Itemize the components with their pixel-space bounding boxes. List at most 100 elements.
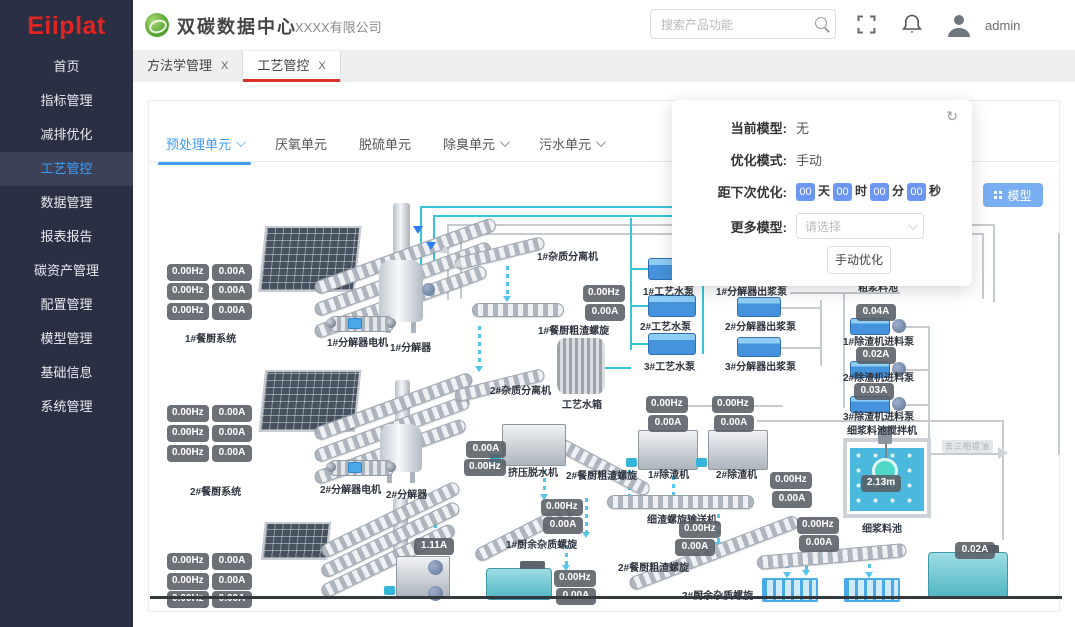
search-input[interactable]: [659, 11, 813, 39]
page-tab-1[interactable]: 工艺管控 X: [243, 50, 340, 82]
sidebar-item-8[interactable]: 模型管理: [0, 322, 133, 356]
bell-icon[interactable]: [901, 13, 923, 36]
reading-badge: 0.00Hz: [167, 573, 209, 590]
equipment-label: 2#除渣机进料泵: [843, 369, 914, 384]
sidebar-menu: 首页指标管理减排优化工艺管控数据管理报表报告碳资产管理配置管理模型管理基础信息系…: [0, 50, 133, 424]
grid-icon: [994, 191, 997, 194]
optimization-popup: ↻ 当前模型: 无 优化模式: 手动 距下次优化: 00天00时00分00秒 更…: [672, 100, 972, 286]
building-shape: [261, 522, 331, 560]
equipment-label: 2#工艺水泵: [640, 318, 691, 333]
close-icon[interactable]: X: [318, 50, 325, 82]
reading-badge: 0.00A: [543, 517, 583, 534]
equipment-label: 工艺水箱: [562, 396, 602, 411]
pipe-g-shape: [930, 453, 1000, 455]
sidebar-item-0[interactable]: 首页: [0, 50, 133, 84]
equipment-label: 2#除渣机: [716, 466, 757, 481]
sidebar-item-1[interactable]: 指标管理: [0, 84, 133, 118]
page-tab-label: 工艺管控: [257, 50, 309, 82]
reading-badge: 0.00A: [212, 591, 252, 608]
page-tabbar: 方法学管理X 工艺管控 X: [133, 50, 1075, 82]
reading-badge: 0.00Hz: [541, 499, 583, 516]
ball-shape: [892, 319, 906, 333]
countdown-value: 00: [907, 183, 926, 201]
avatar[interactable]: [945, 11, 973, 39]
reading-badge: 0.00Hz: [583, 285, 625, 302]
reading-badge: 0.00A: [212, 264, 252, 281]
current-model-row: 当前模型: 无: [672, 118, 809, 137]
pipe-g-shape: [1058, 233, 1060, 455]
sidebar-item-4[interactable]: 数据管理: [0, 186, 133, 220]
equipment-label: 2#餐厨粗渣螺旋: [566, 467, 637, 482]
sidebar-item-10[interactable]: 系统管理: [0, 390, 133, 424]
tealblock-shape: [348, 462, 362, 473]
reading-badge: 0.02A: [856, 347, 896, 364]
model-button[interactable]: 模型: [983, 183, 1043, 207]
bdown-shape: [426, 242, 436, 255]
countdown-row: 距下次优化: 00天00时00分00秒: [672, 182, 941, 201]
reading-badge: 0.00A: [212, 445, 252, 462]
reading-badge: 0.00A: [585, 304, 625, 321]
countdown-unit: 天: [818, 184, 830, 198]
reading-badge: 0.00Hz: [167, 425, 209, 442]
pipe-c-shape: [632, 305, 648, 307]
conveyor-shape: [607, 495, 754, 509]
equipment-label: 2#分解器电机: [320, 481, 381, 496]
reading-badge: 0.00Hz: [679, 521, 721, 538]
gup-shape: [453, 254, 463, 267]
machine-shape: [638, 430, 698, 470]
fullscreen-icon[interactable]: [857, 15, 876, 34]
current-model-label: 当前模型:: [672, 118, 787, 137]
arrowr-shape: [998, 447, 1014, 459]
machine-shape: [708, 430, 768, 470]
current-model-value: 无: [796, 118, 809, 137]
equipment-label: 1#除渣机: [648, 466, 689, 481]
equipment-label: 1#杂质分离机: [537, 248, 598, 263]
reading-badge: 0.00Hz: [167, 264, 209, 281]
sidebar-item-2[interactable]: 减排优化: [0, 118, 133, 152]
reading-badge: 0.00Hz: [646, 396, 688, 413]
reading-badge: 0.00Hz: [464, 459, 506, 476]
search-box[interactable]: [650, 9, 836, 39]
pipe-g-shape: [843, 292, 845, 408]
company-name: XXXX有限公司: [295, 17, 382, 36]
pump-shape: [648, 333, 696, 355]
sidebar-item-3[interactable]: 工艺管控: [0, 152, 133, 186]
sidebar: Eiiplat 首页指标管理减排优化工艺管控数据管理报表报告碳资产管理配置管理模…: [0, 0, 133, 627]
machine-shape: [502, 424, 566, 466]
username: admin: [985, 18, 1020, 33]
countdown-chips: 00天00时00分00秒: [793, 182, 941, 201]
select-placeholder: 请选择: [805, 218, 841, 235]
reading-badge: 0.00Hz: [167, 405, 209, 422]
ball-shape: [428, 560, 443, 575]
reading-badge: 0.00A: [212, 573, 252, 590]
sidebar-item-6[interactable]: 碳资产管理: [0, 254, 133, 288]
tealmachine-shape: [928, 552, 1008, 599]
pipe-g-shape: [1002, 420, 1004, 540]
chevron-down-icon: [908, 220, 918, 230]
reading-badge: 0.02A: [955, 542, 995, 559]
sidebar-item-5[interactable]: 报表报告: [0, 220, 133, 254]
equipment-label: 细浆料池: [862, 520, 902, 535]
page-tab-0[interactable]: 方法学管理X: [133, 50, 243, 82]
refresh-icon[interactable]: ↻: [946, 108, 958, 125]
outflow-label: 去三相提油: [942, 440, 993, 453]
close-icon[interactable]: X: [221, 50, 228, 82]
equipment-label: 1#分解器: [390, 339, 431, 354]
sidebar-item-9[interactable]: 基础信息: [0, 356, 133, 390]
reading-badge: 0.00A: [466, 441, 506, 458]
reading-badge: 0.04A: [856, 304, 896, 321]
sidebar-item-7[interactable]: 配置管理: [0, 288, 133, 322]
pump-shape: [648, 295, 696, 317]
equipment-label: 2#分解器出浆泵: [725, 318, 796, 333]
reading-badge: 0.00Hz: [554, 570, 596, 587]
reading-badge: 0.00A: [212, 283, 252, 300]
more-model-select[interactable]: 请选择: [796, 213, 924, 239]
reading-badge: 1.11A: [414, 538, 454, 555]
da-shape: [478, 326, 481, 370]
more-model-label: 更多模型:: [672, 217, 787, 236]
bdown-shape: [413, 226, 423, 239]
reading-badge: 0.00Hz: [770, 472, 812, 489]
reading-badge: 0.00Hz: [797, 517, 839, 534]
search-icon[interactable]: [815, 17, 827, 29]
manual-optimize-button[interactable]: 手动优化: [827, 246, 891, 274]
